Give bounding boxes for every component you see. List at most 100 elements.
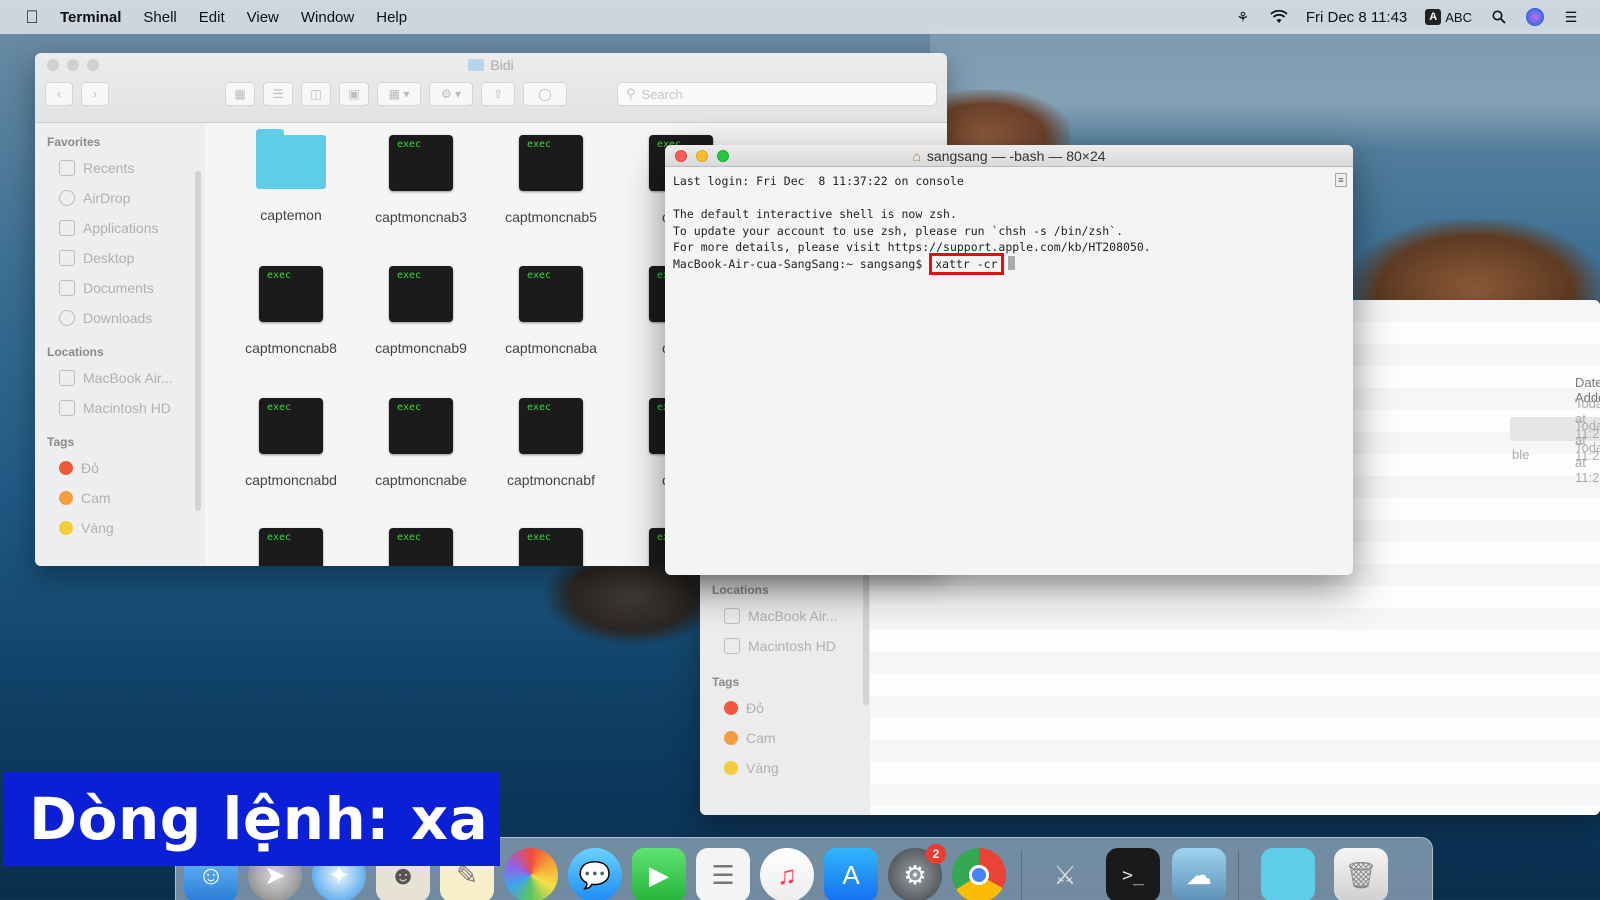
finder2-sidebar-scrollbar[interactable] — [863, 565, 869, 705]
clock[interactable]: Fri Dec 8 11:43 — [1306, 9, 1407, 26]
finder2-tag-orange[interactable]: Cam — [700, 723, 870, 753]
tag-button-icon[interactable]: ◯ — [523, 82, 567, 106]
terminal-scroll-icon[interactable]: ≡ — [1335, 173, 1347, 187]
sidebar-item-macbook[interactable]: MacBook Air... — [35, 363, 205, 393]
finder-sidebar-scrollbar[interactable] — [195, 171, 201, 511]
text-cursor — [1007, 255, 1015, 270]
sidebar-item-recents[interactable]: Recents — [35, 153, 205, 183]
terminal-command: xattr -cr — [935, 256, 998, 271]
search-icon: ⚲ — [626, 86, 636, 101]
chrome-dock-icon[interactable] — [952, 848, 1006, 900]
preview-dock-icon[interactable]: ☁ — [1172, 848, 1226, 900]
menu-app-name[interactable]: Terminal — [60, 9, 121, 26]
file-name: captmoncnab5 — [505, 209, 597, 225]
menu-window[interactable]: Window — [301, 9, 354, 26]
accessibility-icon[interactable]: ⚘ — [1234, 8, 1252, 26]
sidebar-tag-orange[interactable]: Cam — [35, 483, 205, 513]
finder2-location-label: Macintosh HD — [748, 638, 836, 654]
sidebar-item-documents[interactable]: Documents — [35, 273, 205, 303]
sidebar-item-airdrop[interactable]: AirDrop — [35, 183, 205, 213]
music-dock-icon[interactable]: ♫ — [760, 848, 814, 900]
red-tag-icon — [724, 701, 738, 715]
sidebar-item-applications[interactable]: Applications — [35, 213, 205, 243]
forward-button[interactable]: › — [81, 82, 109, 106]
menu-edit[interactable]: Edit — [199, 9, 225, 26]
facetime-dock-icon[interactable]: ▶ — [632, 848, 686, 900]
photos-dock-icon[interactable] — [504, 848, 558, 900]
notification-center-icon[interactable]: ☰ — [1562, 8, 1580, 26]
siri-icon[interactable] — [1526, 8, 1544, 26]
red-tag-icon — [59, 461, 73, 475]
file-item[interactable]: exec captmoncnab5 — [491, 135, 611, 225]
file-item[interactable]: exec — [491, 528, 611, 566]
sidebar-item-downloads[interactable]: Downloads — [35, 303, 205, 333]
finder2-tag-label: Đỏ — [746, 700, 764, 716]
spotlight-search-icon[interactable] — [1490, 8, 1508, 26]
finder2-locations-heading: Locations — [712, 583, 769, 597]
icon-view-button[interactable]: ▦ — [225, 82, 255, 106]
finder2-location-macbook[interactable]: MacBook Air... — [700, 601, 870, 631]
file-item[interactable]: exec captmoncnab8 — [231, 266, 351, 356]
terminal-dock-icon[interactable]: >_ — [1106, 848, 1160, 900]
sidebar-item-label: Recents — [83, 160, 135, 176]
exec-file-icon: exec — [519, 266, 583, 322]
sidebar-item-label: Vàng — [81, 520, 114, 536]
exec-file-icon: exec — [519, 528, 583, 566]
exec-file-icon: exec — [519, 398, 583, 454]
wallpaper-cliff — [930, 90, 1070, 150]
gear-icon[interactable]: ⚙ ▾ — [429, 82, 473, 106]
file-item[interactable]: exec captmoncnabd — [231, 398, 351, 488]
wifi-icon[interactable] — [1270, 8, 1288, 26]
messages-dock-icon[interactable]: 💬 — [568, 848, 622, 900]
file-item[interactable]: exec captmoncnabf — [491, 398, 611, 488]
exec-file-icon: exec — [259, 398, 323, 454]
terminal-titlebar[interactable]: ⌂ sangsang — -bash — 80×24 — [665, 145, 1353, 167]
exec-file-icon: exec — [389, 398, 453, 454]
finder-titlebar: Bidi ‹ › ▦ ☰ ◫ ▣ ▦ ▾ ⚙ ▾ ⇧ ◯ ⚲ Search — [35, 53, 947, 123]
sidebar-tag-yellow[interactable]: Vàng — [35, 513, 205, 543]
system-preferences-dock-icon[interactable]: ⚙ 2 — [888, 844, 946, 900]
terminal-output[interactable]: Last login: Fri Dec 8 11:37:22 on consol… — [665, 167, 1353, 278]
finder2-location-label: MacBook Air... — [748, 608, 838, 624]
finder2-tag-red[interactable]: Đỏ — [700, 693, 870, 723]
terminal-prompt-line[interactable]: MacBook-Air-cua-SangSang:~ sangsang$ xat… — [673, 252, 1345, 275]
reminders-dock-icon[interactable]: ☰ — [696, 848, 750, 900]
column-view-button[interactable]: ◫ — [301, 82, 331, 106]
list-view-button[interactable]: ☰ — [263, 82, 293, 106]
file-item[interactable]: exec captmoncnab9 — [361, 266, 481, 356]
finder2-location-macintosh-hd[interactable]: Macintosh HD — [700, 631, 870, 661]
terminal-line: Last login: Fri Dec 8 11:37:22 on consol… — [673, 174, 964, 188]
back-button[interactable]: ‹ — [45, 82, 73, 106]
trash-dock-icon[interactable]: 🗑 — [1334, 848, 1388, 900]
search-input[interactable]: ⚲ Search — [617, 82, 937, 106]
file-item[interactable]: exec captmoncnaba — [491, 266, 611, 356]
sidebar-item-label: Applications — [83, 220, 159, 236]
input-source[interactable]: A ABC — [1425, 9, 1472, 25]
file-item[interactable]: exec captmoncnabe — [361, 398, 481, 488]
sidebar-item-label: Downloads — [83, 310, 153, 326]
folder-dock-icon[interactable] — [1261, 848, 1315, 900]
finder2-tag-yellow[interactable]: Vàng — [700, 753, 870, 783]
group-button[interactable]: ▦ ▾ — [377, 82, 421, 106]
menu-help[interactable]: Help — [376, 9, 407, 26]
apple-icon[interactable]:  — [22, 7, 42, 27]
file-item[interactable]: exec — [231, 528, 351, 566]
terminal-window[interactable]: ⌂ sangsang — -bash — 80×24 ≡ Last login: … — [665, 145, 1353, 575]
terminal-title: ⌂ sangsang — -bash — 80×24 — [665, 148, 1353, 164]
menu-view[interactable]: View — [247, 9, 279, 26]
file-item[interactable]: captemon — [231, 129, 351, 223]
gallery-view-button[interactable]: ▣ — [339, 82, 369, 106]
share-icon[interactable]: ⇧ — [481, 82, 515, 106]
finder-sidebar: Favorites Recents AirDrop Applications D… — [35, 123, 205, 566]
file-item[interactable]: exec — [361, 528, 481, 566]
file-item[interactable]: exec captmoncnab3 — [361, 135, 481, 225]
sidebar-tag-red[interactable]: Đỏ — [35, 453, 205, 483]
script-editor-dock-icon[interactable]: ⚔ — [1038, 848, 1092, 900]
menu-bar:  Terminal Shell Edit View Window Help ⚘… — [0, 0, 1600, 34]
locations-heading: Locations — [47, 345, 104, 359]
exec-file-icon: exec — [389, 528, 453, 566]
sidebar-item-desktop[interactable]: Desktop — [35, 243, 205, 273]
menu-shell[interactable]: Shell — [143, 9, 176, 26]
app-store-dock-icon[interactable]: A — [824, 848, 878, 900]
sidebar-item-macintosh-hd[interactable]: Macintosh HD — [35, 393, 205, 423]
